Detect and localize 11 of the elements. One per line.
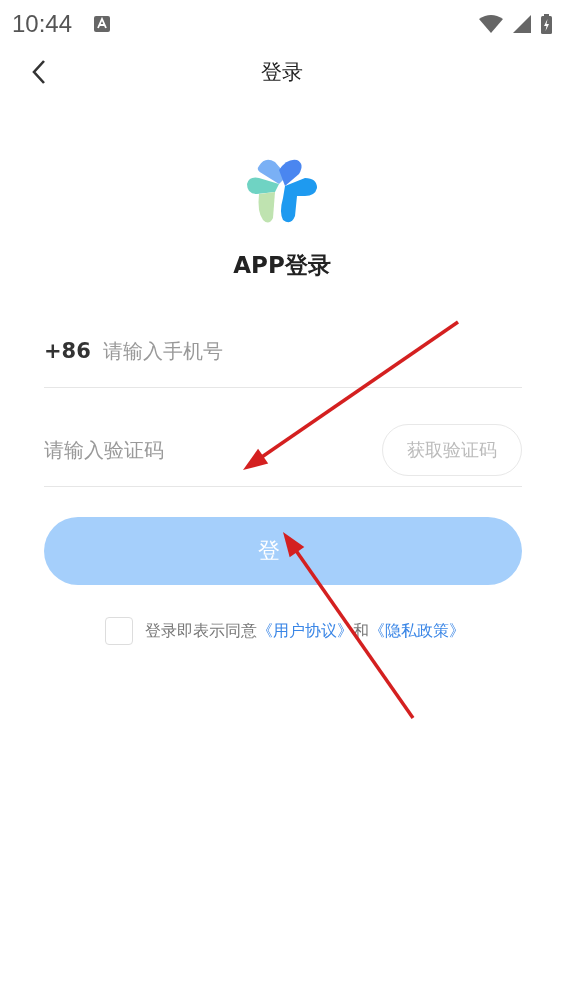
wifi-icon xyxy=(479,15,503,33)
page-title: 登录 xyxy=(261,59,303,86)
user-agreement-link[interactable]: 《用户协议》 xyxy=(257,620,353,640)
agree-checkbox[interactable] xyxy=(105,617,133,645)
battery-icon xyxy=(541,14,552,34)
status-time: 10:44 xyxy=(12,10,73,38)
privacy-policy-link[interactable]: 《隐私政策》 xyxy=(369,620,465,640)
country-code: +86 xyxy=(44,339,91,363)
keyboard-icon xyxy=(94,16,111,32)
signal-icon xyxy=(513,15,531,33)
app-title: APP登录 xyxy=(232,251,332,280)
